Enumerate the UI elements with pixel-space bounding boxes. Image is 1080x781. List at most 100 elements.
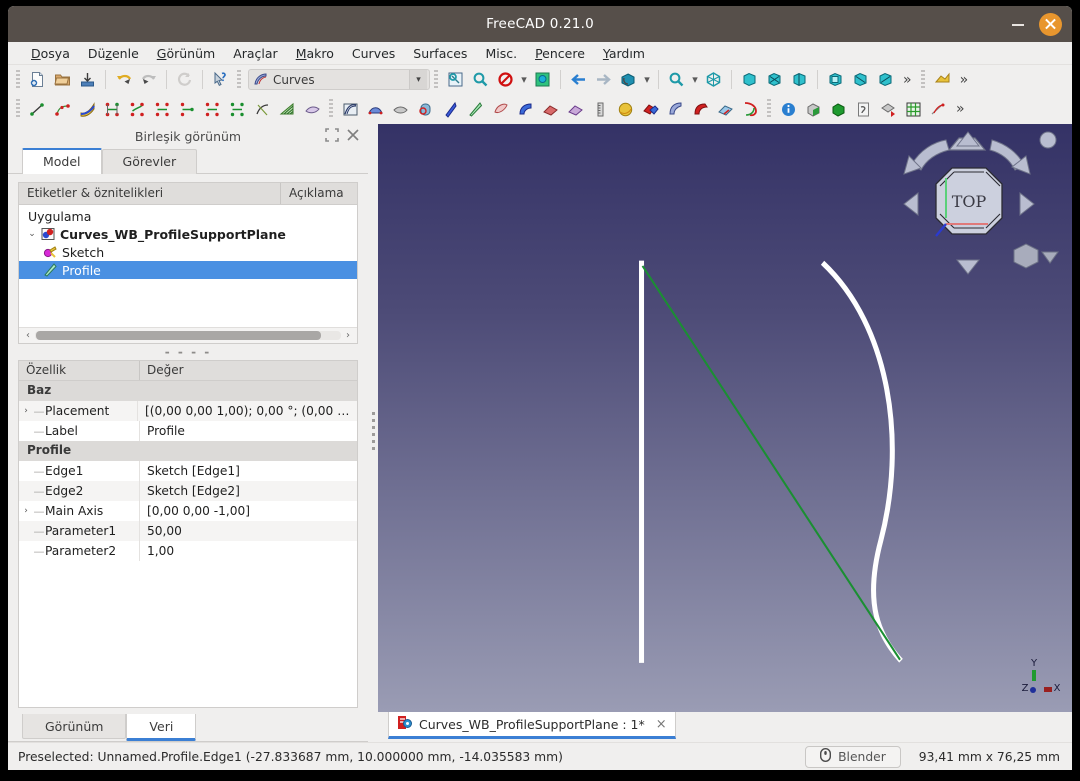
tab-model[interactable]: Model bbox=[22, 148, 102, 174]
approximate-icon[interactable] bbox=[125, 97, 150, 122]
back-view-icon[interactable] bbox=[566, 67, 591, 92]
mixed-curve2-icon[interactable] bbox=[738, 97, 763, 122]
polyline-icon[interactable] bbox=[50, 97, 75, 122]
parametric-arc-icon[interactable] bbox=[250, 97, 275, 122]
bounding-box-icon[interactable] bbox=[701, 67, 726, 92]
sketch-on-surface-icon[interactable] bbox=[300, 97, 325, 122]
trim-face-icon[interactable] bbox=[926, 97, 951, 122]
minimize-button[interactable] bbox=[1011, 17, 1025, 31]
sweep2rails-icon[interactable] bbox=[363, 97, 388, 122]
scroll-left-icon[interactable]: ‹ bbox=[21, 330, 35, 341]
menu-araclar[interactable]: Araçlar bbox=[224, 44, 287, 63]
draw-style-icon[interactable] bbox=[493, 67, 518, 92]
document-tab-close-icon[interactable]: × bbox=[652, 717, 667, 732]
curve-extend-icon[interactable] bbox=[488, 97, 513, 122]
tree-item-document[interactable]: ⌄ Curves_WB_ProfileSupportPlane bbox=[19, 225, 357, 243]
toolbar-grip[interactable] bbox=[328, 99, 335, 119]
property-row-edge2[interactable]: — Edge2 Sketch [Edge2] bbox=[19, 481, 357, 501]
document-tab[interactable]: Curves_WB_ProfileSupportPlane : 1* × bbox=[388, 712, 676, 739]
workbench-selector[interactable]: Curves ▾ bbox=[248, 69, 430, 90]
solid-from-shells-icon[interactable] bbox=[638, 97, 663, 122]
curve-on-surface-icon[interactable] bbox=[663, 97, 688, 122]
toolbar-overflow-button[interactable]: » bbox=[898, 72, 917, 88]
hooks-icon[interactable] bbox=[513, 97, 538, 122]
chevron-down-icon[interactable]: ▾ bbox=[641, 73, 653, 86]
macro-icon[interactable] bbox=[930, 67, 955, 92]
scrollbar-track[interactable] bbox=[35, 331, 341, 340]
toolbar-grip[interactable] bbox=[919, 69, 927, 90]
tab-gorunum[interactable]: Görünüm bbox=[22, 714, 127, 739]
tree-item-sketch[interactable]: Sketch bbox=[19, 243, 357, 261]
property-row-edge1[interactable]: — Edge1 Sketch [Edge1] bbox=[19, 461, 357, 481]
whats-this-icon[interactable] bbox=[208, 67, 233, 92]
ruler-icon[interactable] bbox=[588, 97, 613, 122]
chevron-right-icon[interactable]: › bbox=[19, 406, 33, 416]
join-curve-icon[interactable] bbox=[175, 97, 200, 122]
blend-curve-icon[interactable] bbox=[225, 97, 250, 122]
blend-solid-icon[interactable] bbox=[713, 97, 738, 122]
chevron-down-icon[interactable]: ▾ bbox=[409, 70, 427, 89]
right-view-icon[interactable] bbox=[787, 67, 812, 92]
segment-surface-icon[interactable] bbox=[463, 97, 488, 122]
redo-icon[interactable] bbox=[136, 67, 161, 92]
property-row-main-axis[interactable]: › — Main Axis [0,00 0,00 -1,00] bbox=[19, 501, 357, 521]
menu-misc[interactable]: Misc. bbox=[476, 44, 526, 63]
tree-item-application[interactable]: Uygulama bbox=[19, 207, 357, 225]
close-icon[interactable] bbox=[346, 127, 360, 146]
menu-duzenle[interactable]: Düzenle bbox=[79, 44, 148, 63]
new-document-icon[interactable] bbox=[25, 67, 50, 92]
isometric-view-icon[interactable] bbox=[616, 67, 641, 92]
undo-icon[interactable] bbox=[111, 67, 136, 92]
rear-view-icon[interactable] bbox=[823, 67, 848, 92]
split-curve-icon[interactable] bbox=[200, 97, 225, 122]
bottom-view-icon[interactable] bbox=[848, 67, 873, 92]
navigation-style-button[interactable]: Blender bbox=[805, 745, 901, 768]
menu-pencere[interactable]: Pencere bbox=[526, 44, 594, 63]
grid-icon[interactable] bbox=[901, 97, 926, 122]
profile-preselected-edge[interactable] bbox=[641, 265, 901, 661]
vertical-splitter[interactable] bbox=[368, 124, 378, 742]
horizontal-splitter[interactable]: - - - - bbox=[8, 344, 368, 360]
menu-curves[interactable]: Curves bbox=[343, 44, 404, 63]
toolbar-grip[interactable] bbox=[236, 69, 243, 90]
chevron-right-icon[interactable]: › bbox=[19, 506, 33, 516]
property-row-parameter1[interactable]: — Parameter1 50,00 bbox=[19, 521, 357, 541]
extract-shapes-icon[interactable] bbox=[563, 97, 588, 122]
3d-viewport[interactable]: TOP Y Z X bbox=[378, 124, 1072, 712]
close-button[interactable] bbox=[1039, 12, 1062, 36]
axonometric-icon[interactable] bbox=[530, 67, 555, 92]
gordon-surface-icon[interactable] bbox=[338, 97, 363, 122]
interpolate-icon[interactable] bbox=[100, 97, 125, 122]
sphere-icon[interactable] bbox=[613, 97, 638, 122]
bezier-icon[interactable] bbox=[75, 97, 100, 122]
toolbar-overflow-button-3[interactable]: » bbox=[951, 101, 970, 117]
flatten-face-icon[interactable] bbox=[388, 97, 413, 122]
left-view-icon[interactable] bbox=[873, 67, 898, 92]
scroll-right-icon[interactable]: › bbox=[341, 330, 355, 341]
pipe-icon[interactable] bbox=[688, 97, 713, 122]
front-view-icon[interactable] bbox=[737, 67, 762, 92]
property-row-parameter2[interactable]: — Parameter2 1,00 bbox=[19, 541, 357, 561]
toolbar-grip[interactable] bbox=[433, 69, 440, 90]
toolbar-overflow-button-2[interactable]: » bbox=[955, 72, 974, 88]
tab-veri[interactable]: Veri bbox=[126, 714, 197, 741]
chevron-down-icon[interactable]: ▾ bbox=[689, 73, 701, 86]
tab-gorevler[interactable]: Görevler bbox=[101, 149, 198, 174]
isocurve-icon[interactable] bbox=[275, 97, 300, 122]
adjacent-faces-icon[interactable] bbox=[876, 97, 901, 122]
navigation-cube[interactable]: TOP bbox=[882, 126, 1062, 286]
tree-item-profile[interactable]: Profile bbox=[19, 261, 357, 279]
pipeshell-icon[interactable] bbox=[413, 97, 438, 122]
solid-icon[interactable] bbox=[826, 97, 851, 122]
scrollbar-thumb[interactable] bbox=[36, 331, 321, 340]
property-row-label[interactable]: — Label Profile bbox=[19, 421, 357, 441]
property-row-placement[interactable]: › — Placement [(0,00 0,00 1,00); 0,00 °; (… bbox=[19, 401, 357, 421]
menu-dosya[interactable]: Dosya bbox=[22, 44, 79, 63]
open-document-icon[interactable] bbox=[50, 67, 75, 92]
menu-yardim[interactable]: Yardım bbox=[594, 44, 654, 63]
profile-support-plane-icon[interactable] bbox=[438, 97, 463, 122]
line-icon[interactable] bbox=[25, 97, 50, 122]
top-view-icon[interactable] bbox=[762, 67, 787, 92]
info-icon[interactable] bbox=[776, 97, 801, 122]
mixed-curve-icon[interactable] bbox=[538, 97, 563, 122]
